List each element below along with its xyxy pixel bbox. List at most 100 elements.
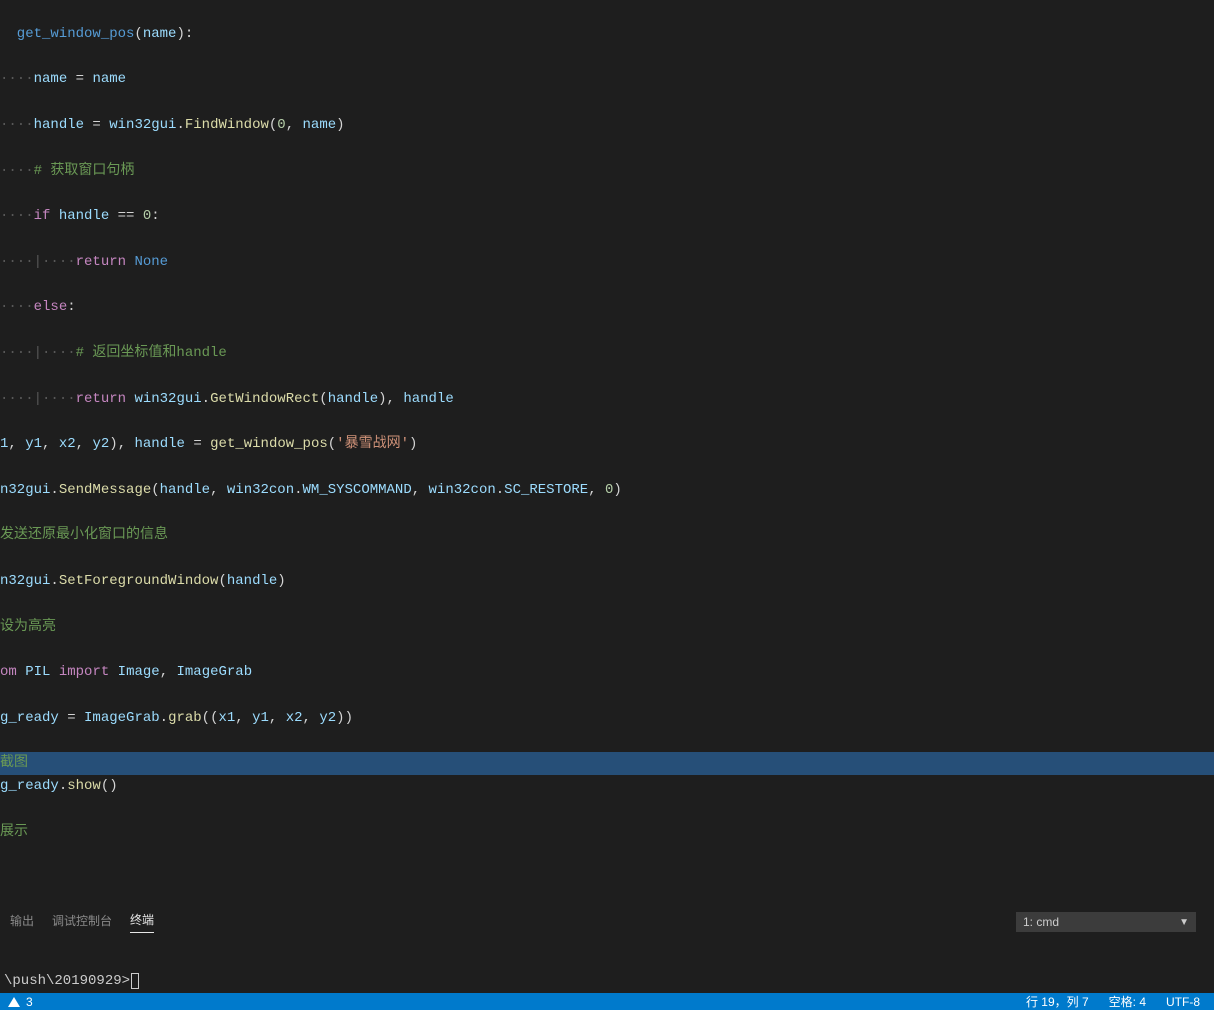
code-token: , bbox=[118, 436, 135, 452]
code-token: handle bbox=[403, 391, 453, 407]
code-token: return bbox=[76, 391, 126, 407]
code-token: . bbox=[160, 710, 168, 726]
code-token: () bbox=[101, 778, 118, 794]
terminal[interactable]: \push\20190929> bbox=[0, 935, 1214, 993]
code-token: handle bbox=[34, 117, 84, 133]
code-token: ) bbox=[613, 482, 621, 498]
code-token: Image bbox=[118, 664, 160, 680]
code-token: win32con bbox=[429, 482, 496, 498]
code-token: , bbox=[160, 664, 177, 680]
indent-dots: ···· bbox=[0, 299, 34, 315]
code-token: , bbox=[588, 482, 605, 498]
indent-guide: | bbox=[34, 254, 42, 270]
code-comment: # 获取窗口句柄 bbox=[34, 163, 135, 179]
code-token: x1 bbox=[218, 710, 235, 726]
code-editor[interactable]: get_window_pos(name): ····name = name ··… bbox=[0, 0, 1214, 866]
code-token: handle bbox=[135, 436, 185, 452]
status-warning-count: 3 bbox=[26, 995, 33, 1009]
tab-terminal[interactable]: 终端 bbox=[130, 911, 154, 933]
code-token: grab bbox=[168, 710, 202, 726]
code-token: : bbox=[67, 299, 75, 315]
status-indent[interactable]: 空格: 4 bbox=[1103, 993, 1152, 1010]
code-token: om bbox=[0, 664, 17, 680]
terminal-shell-select[interactable]: 1: cmd ▼ bbox=[1016, 912, 1196, 932]
code-token: 0 bbox=[143, 208, 151, 224]
code-token: FindWindow bbox=[185, 117, 269, 133]
code-token: y2 bbox=[92, 436, 109, 452]
code-token: name bbox=[92, 71, 126, 87]
status-encoding[interactable]: UTF-8 bbox=[1160, 995, 1206, 1009]
terminal-prompt: \push\20190929> bbox=[4, 973, 130, 989]
code-token: . bbox=[202, 391, 210, 407]
code-token: win32gui bbox=[109, 117, 176, 133]
code-token: ): bbox=[176, 26, 193, 42]
code-token: None bbox=[134, 254, 168, 270]
code-token: n32gui bbox=[0, 573, 50, 589]
code-token: ( bbox=[218, 573, 226, 589]
code-token: name bbox=[143, 26, 177, 42]
code-comment: 截图 bbox=[0, 755, 28, 771]
code-token: . bbox=[50, 482, 58, 498]
terminal-select-label: 1: cmd bbox=[1023, 915, 1059, 929]
tab-output[interactable]: 输出 bbox=[10, 912, 34, 933]
code-token: win32con bbox=[227, 482, 294, 498]
code-comment: 展示 bbox=[0, 824, 28, 840]
code-token: SendMessage bbox=[59, 482, 151, 498]
code-token: return bbox=[76, 254, 126, 270]
code-token: , bbox=[303, 710, 320, 726]
code-token: , bbox=[210, 482, 227, 498]
code-token: = bbox=[59, 710, 84, 726]
status-problems[interactable]: 3 bbox=[8, 995, 33, 1009]
code-token: if bbox=[34, 208, 51, 224]
code-token: PIL bbox=[25, 664, 50, 680]
code-token: (( bbox=[202, 710, 219, 726]
indent-guide: | bbox=[34, 391, 42, 407]
terminal-cursor bbox=[131, 973, 139, 989]
indent-dots: ···· bbox=[0, 345, 34, 361]
indent-dots: ···· bbox=[42, 391, 76, 407]
code-token: , bbox=[412, 482, 429, 498]
code-token: , bbox=[286, 117, 303, 133]
indent-dots: ···· bbox=[0, 391, 34, 407]
code-token: handle bbox=[59, 208, 109, 224]
code-token: WM_SYSCOMMAND bbox=[303, 482, 412, 498]
code-token: ) bbox=[277, 573, 285, 589]
code-token: x2 bbox=[59, 436, 76, 452]
code-token: , bbox=[42, 436, 59, 452]
code-token: 0 bbox=[277, 117, 285, 133]
tab-debug-console[interactable]: 调试控制台 bbox=[52, 912, 112, 933]
code-token: get_window_pos bbox=[0, 26, 134, 42]
code-token: handle bbox=[227, 573, 277, 589]
code-token: get_window_pos bbox=[210, 436, 328, 452]
code-token: ImageGrab bbox=[177, 664, 253, 680]
code-token: . bbox=[176, 117, 184, 133]
code-token: . bbox=[59, 778, 67, 794]
code-token: ImageGrab bbox=[84, 710, 160, 726]
code-token: y1 bbox=[25, 436, 42, 452]
code-token: . bbox=[294, 482, 302, 498]
code-token: '暴雪战网' bbox=[336, 436, 409, 452]
code-token: ( bbox=[151, 482, 159, 498]
code-token: , bbox=[269, 710, 286, 726]
indent-dots: ···· bbox=[0, 163, 34, 179]
code-token: import bbox=[59, 664, 109, 680]
indent-dots: ···· bbox=[0, 71, 34, 87]
code-token: : bbox=[151, 208, 159, 224]
code-token: g_ready bbox=[0, 778, 59, 794]
code-token: handle bbox=[160, 482, 210, 498]
chevron-down-icon: ▼ bbox=[1179, 917, 1189, 928]
code-token: SC_RESTORE bbox=[504, 482, 588, 498]
code-token: SetForegroundWindow bbox=[59, 573, 219, 589]
code-token: GetWindowRect bbox=[210, 391, 319, 407]
code-token: show bbox=[67, 778, 101, 794]
code-token bbox=[109, 664, 117, 680]
code-token: win32gui bbox=[134, 391, 201, 407]
status-line-col[interactable]: 行 19，列 7 bbox=[1020, 993, 1095, 1010]
code-token: name bbox=[303, 117, 337, 133]
code-token: ( bbox=[134, 26, 142, 42]
indent-dots: ···· bbox=[0, 117, 34, 133]
status-bar: 3 行 19，列 7 空格: 4 UTF-8 bbox=[0, 993, 1214, 1010]
code-token: y1 bbox=[252, 710, 269, 726]
indent-dots: ···· bbox=[0, 208, 34, 224]
code-token: = bbox=[84, 117, 109, 133]
